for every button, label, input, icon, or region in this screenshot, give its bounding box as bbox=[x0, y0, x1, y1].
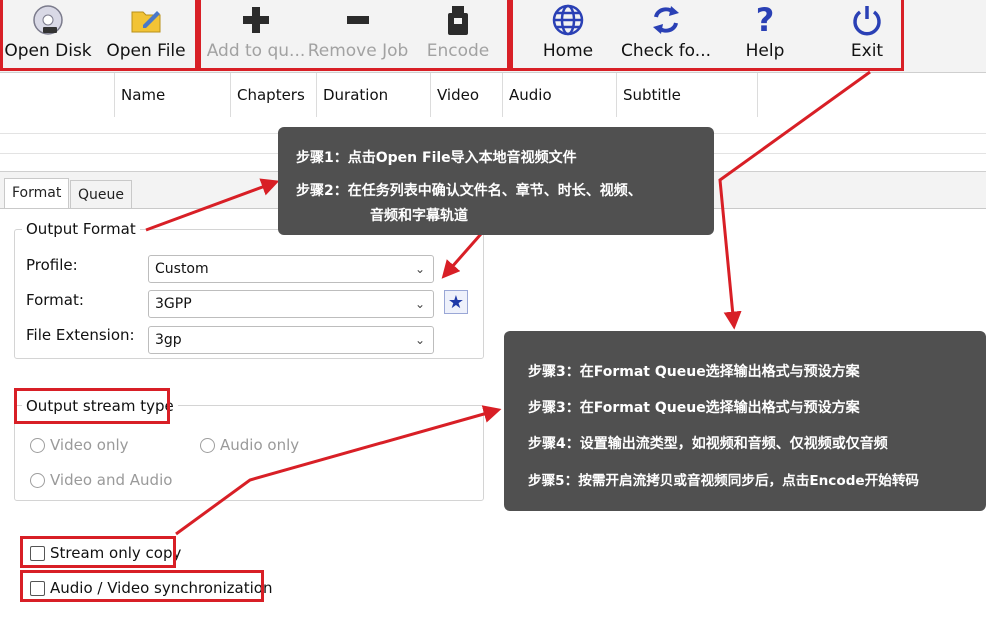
callout-steps-3-5: 步骤3：在Format Queue选择输出格式与预设方案 步骤3：在Format… bbox=[504, 331, 986, 511]
column-name[interactable]: Name bbox=[114, 73, 230, 117]
radio-video-only[interactable]: Video only bbox=[30, 436, 129, 454]
highlight-open-group bbox=[0, 0, 198, 71]
file-extension-label: File Extension: bbox=[26, 326, 135, 344]
file-extension-select[interactable]: 3gp ⌄ bbox=[148, 326, 434, 354]
radio-audio-only-label: Audio only bbox=[220, 436, 300, 454]
highlight-help-group bbox=[510, 0, 904, 71]
profile-label: Profile: bbox=[26, 256, 78, 274]
radio-video-and-audio-label: Video and Audio bbox=[50, 471, 173, 489]
highlight-stream-type bbox=[14, 388, 170, 424]
radio-circle-icon bbox=[30, 437, 45, 453]
output-format-title: Output Format bbox=[22, 220, 140, 238]
star-icon: ★ bbox=[447, 291, 465, 313]
format-select[interactable]: 3GPP ⌄ bbox=[148, 290, 434, 318]
highlight-queue-group bbox=[198, 0, 510, 71]
format-value: 3GPP bbox=[155, 296, 192, 312]
column-video[interactable]: Video bbox=[430, 73, 502, 117]
callout-step-5: 步骤5：按需开启流拷贝或音视频同步后，点击Encode开始转码 bbox=[528, 473, 920, 489]
column-duration[interactable]: Duration bbox=[316, 73, 430, 117]
radio-circle-icon bbox=[30, 472, 45, 488]
callout-step-2-cont: 音频和字幕轨道 bbox=[370, 208, 468, 224]
tab-queue[interactable]: Queue bbox=[70, 180, 132, 208]
radio-circle-icon bbox=[200, 437, 215, 453]
tab-format[interactable]: Format bbox=[4, 178, 70, 209]
favorite-star-button[interactable]: ★ bbox=[444, 290, 468, 314]
callout-steps-1-2: 步骤1：点击Open File导入本地音视频文件 步骤2：在任务列表中确认文件名… bbox=[278, 127, 714, 235]
column-subtitle[interactable]: Subtitle bbox=[616, 73, 758, 117]
column-chapters[interactable]: Chapters bbox=[230, 73, 316, 117]
callout-step-3-repeat: 步骤3：在Format Queue选择输出格式与预设方案 bbox=[528, 400, 860, 416]
profile-select[interactable]: Custom ⌄ bbox=[148, 255, 434, 283]
callout-step-1: 步骤1：点击Open File导入本地音视频文件 bbox=[296, 150, 577, 166]
callout-step-3: 步骤3：在Format Queue选择输出格式与预设方案 bbox=[528, 364, 860, 380]
callout-step-4: 步骤4：设置输出流类型，如视频和音频、仅视频或仅音频 bbox=[528, 436, 888, 452]
radio-audio-only[interactable]: Audio only bbox=[200, 436, 299, 454]
highlight-stream-copy bbox=[20, 536, 176, 568]
profile-value: Custom bbox=[155, 261, 209, 277]
column-audio[interactable]: Audio bbox=[502, 73, 616, 117]
file-extension-value: 3gp bbox=[155, 332, 182, 348]
callout-step-2: 步骤2：在任务列表中确认文件名、章节、时长、视频、 bbox=[296, 183, 642, 199]
highlight-av-sync bbox=[20, 570, 264, 602]
chevron-down-icon: ⌄ bbox=[414, 333, 425, 347]
chevron-down-icon: ⌄ bbox=[414, 262, 425, 276]
radio-video-and-audio[interactable]: Video and Audio bbox=[30, 471, 172, 489]
radio-video-only-label: Video only bbox=[50, 436, 129, 454]
chevron-down-icon: ⌄ bbox=[414, 297, 425, 311]
format-label: Format: bbox=[26, 291, 84, 309]
